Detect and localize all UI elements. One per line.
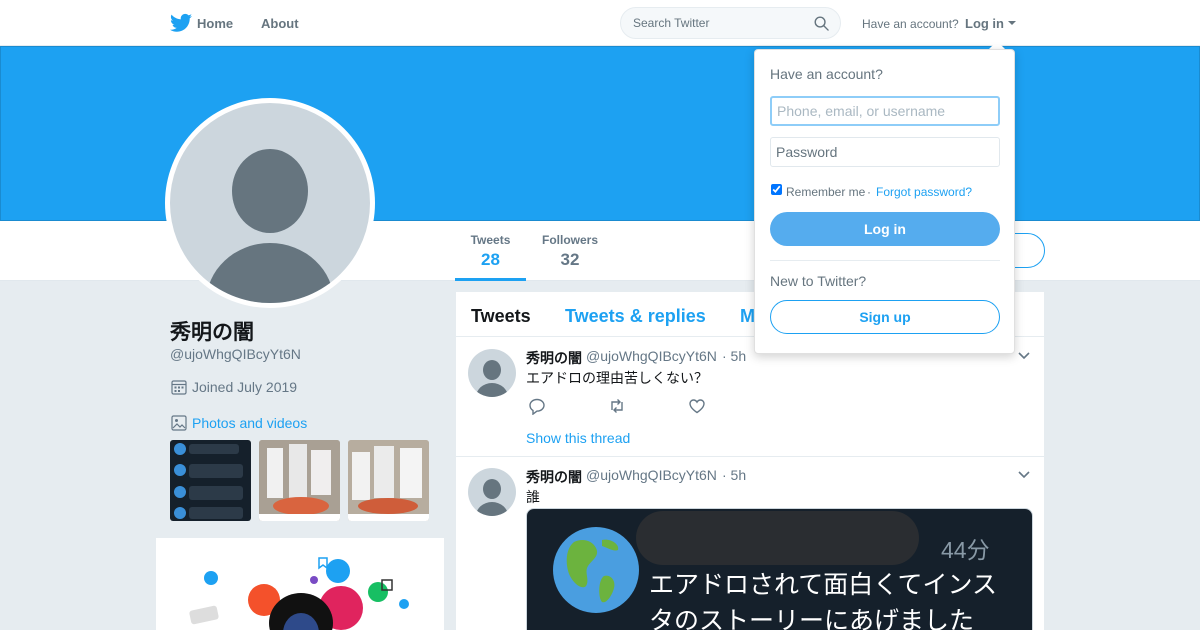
login-button[interactable]: Log in (770, 212, 1000, 246)
profile-handle[interactable]: @ujoWhgQIBcyYt6N (170, 346, 301, 362)
profile-avatar[interactable] (165, 98, 375, 308)
login-dropdown-toggle[interactable]: Log in (965, 16, 1004, 31)
login-dropdown: Have an account? Remember me · Forgot pa… (754, 49, 1015, 354)
tab-media[interactable]: M (740, 306, 755, 327)
username-field[interactable] (770, 96, 1000, 126)
tab-tweets[interactable]: Tweets (471, 306, 531, 327)
photo-thumb (348, 440, 429, 521)
stat-tweets-label: Tweets (470, 233, 511, 247)
media-thumbnail[interactable] (170, 440, 251, 521)
media-caption-line1: エアドロされて面白くてインス (649, 571, 998, 599)
tweet-author-handle[interactable]: @ujoWhgQIBcyYt6N (586, 467, 717, 483)
nav-home-link[interactable]: Home (197, 16, 233, 31)
new-to-twitter-text: New to Twitter? (770, 273, 867, 289)
globe-icon (553, 527, 639, 613)
calendar-icon (171, 380, 187, 395)
retweet-icon[interactable] (608, 397, 626, 415)
media-thumbnail[interactable] (348, 440, 429, 521)
photo-icon (171, 415, 187, 431)
stat-tweets[interactable]: Tweets 28 (455, 233, 526, 281)
redacted-area (636, 511, 919, 565)
top-navbar: Home About Have an account? Log in (0, 0, 1200, 46)
search-box (620, 7, 841, 39)
default-avatar-icon (206, 149, 334, 303)
tweet-media-image[interactable]: 44分 エアドロされて面白くてインス タのストーリーにあげました (526, 508, 1033, 630)
heart-icon[interactable] (688, 397, 706, 415)
promo-illustration (189, 557, 409, 630)
show-thread-link[interactable]: Show this thread (526, 430, 630, 446)
joined-date: Joined July 2019 (192, 379, 298, 395)
tweet-author-handle[interactable]: @ujoWhgQIBcyYt6N (586, 348, 717, 364)
forgot-password-link[interactable]: Forgot password? (876, 185, 972, 199)
tweet-timestamp[interactable]: · 5h (722, 467, 746, 483)
remember-me-checkbox[interactable] (771, 184, 782, 195)
stat-followers-value: 32 (560, 250, 580, 269)
chevron-down-icon[interactable] (1018, 471, 1030, 479)
search-icon[interactable] (814, 16, 829, 31)
tweet-author-name[interactable]: 秀明の闇 (526, 348, 582, 368)
password-field[interactable] (770, 137, 1000, 167)
divider (770, 260, 1000, 261)
tweet-avatar[interactable] (468, 349, 516, 397)
media-time-text: 44分 (941, 537, 990, 563)
stat-followers-label: Followers (541, 233, 598, 247)
login-dropdown-title: Have an account? (770, 66, 883, 82)
stat-followers[interactable]: Followers 32 (538, 233, 602, 270)
separator-dot: · (867, 185, 871, 199)
twitter-bird-icon[interactable] (170, 13, 192, 33)
chat-screenshot-thumb (174, 443, 243, 519)
tweet-author-name[interactable]: 秀明の闇 (526, 467, 582, 487)
tweet-text: エアドロの理由苦しくない？ (526, 370, 708, 386)
tweet-text: 誰 (526, 489, 540, 505)
have-account-text: Have an account? (862, 17, 959, 31)
signup-promo-card (156, 538, 444, 630)
reply-icon[interactable] (528, 397, 546, 415)
tab-tweets-replies[interactable]: Tweets & replies (565, 306, 706, 327)
profile-name[interactable]: 秀明の闇 (170, 316, 254, 346)
default-avatar-icon (476, 360, 508, 397)
remember-me-label[interactable]: Remember me (786, 185, 865, 199)
photos-videos-link[interactable]: Photos and videos (192, 415, 307, 431)
tweet-timestamp[interactable]: · 5h (722, 348, 746, 364)
tweet[interactable]: 秀明の闇 @ujoWhgQIBcyYt6N · 5h 誰 44分 エアドロされて… (456, 457, 1044, 630)
chevron-down-icon[interactable] (1018, 352, 1030, 360)
tweet-avatar[interactable] (468, 468, 516, 516)
stat-tweets-value: 28 (481, 250, 500, 269)
caret-down-icon[interactable] (1008, 21, 1016, 25)
nav-about-link[interactable]: About (261, 16, 299, 31)
default-avatar-icon (476, 479, 508, 516)
search-input[interactable] (621, 8, 801, 38)
tweet[interactable]: 秀明の闇 @ujoWhgQIBcyYt6N · 5h エアドロの理由苦しくない？… (456, 338, 1044, 457)
photo-thumb (259, 440, 340, 521)
signup-button[interactable]: Sign up (770, 300, 1000, 334)
media-thumbnail[interactable] (259, 440, 340, 521)
media-caption-line2: タのストーリーにあげました (649, 607, 975, 630)
